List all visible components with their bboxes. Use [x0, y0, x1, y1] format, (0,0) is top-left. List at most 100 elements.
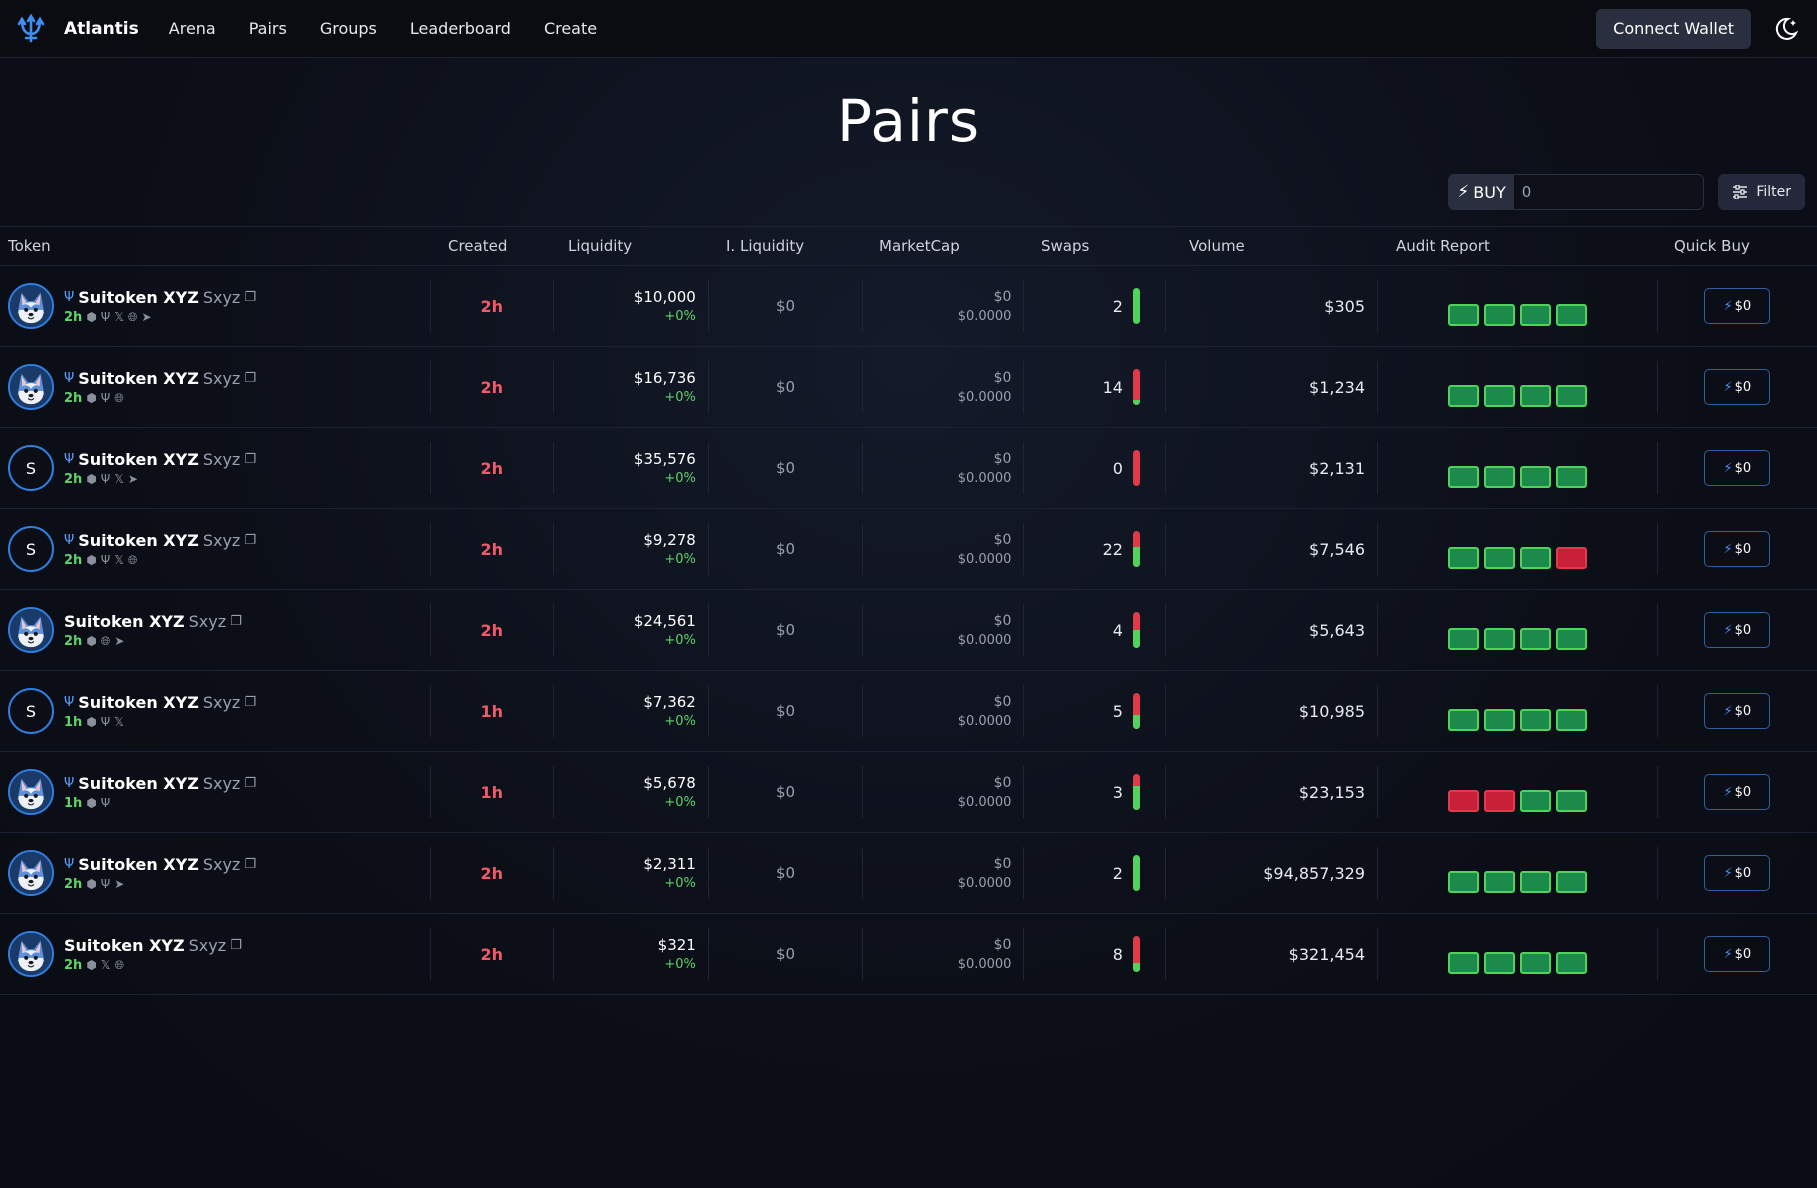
copy-icon[interactable]: ❐: [244, 695, 256, 710]
cube-icon[interactable]: ⬢: [86, 635, 96, 647]
audit-check-4[interactable]: [1555, 466, 1587, 488]
quick-buy-button[interactable]: ⚡︎ $0: [1704, 369, 1771, 405]
globe-icon[interactable]: 🌐︎: [128, 554, 138, 566]
audit-check-3[interactable]: [1519, 628, 1551, 650]
cube-icon[interactable]: ⬢: [86, 878, 96, 890]
audit-check-4[interactable]: [1555, 385, 1587, 407]
globe-icon[interactable]: 🌐︎: [114, 959, 124, 971]
header-created[interactable]: Created: [432, 237, 554, 255]
token-avatar[interactable]: S: [8, 526, 54, 572]
audit-check-1[interactable]: [1447, 547, 1479, 569]
token-avatar[interactable]: [8, 850, 54, 896]
header-audit-report[interactable]: Audit Report: [1377, 237, 1657, 255]
copy-icon[interactable]: ❐: [244, 857, 256, 872]
quick-buy-button[interactable]: ⚡︎ $0: [1704, 531, 1771, 567]
token-name[interactable]: Suitoken XYZ: [78, 774, 199, 793]
x-icon[interactable]: 𝕏: [114, 311, 124, 323]
quick-buy-button[interactable]: ⚡︎ $0: [1704, 288, 1771, 324]
audit-check-1[interactable]: [1447, 871, 1479, 893]
audit-check-3[interactable]: [1519, 304, 1551, 326]
audit-check-1[interactable]: [1447, 709, 1479, 731]
quick-buy-button[interactable]: ⚡︎ $0: [1704, 936, 1771, 972]
audit-check-2[interactable]: [1483, 871, 1515, 893]
audit-check-4[interactable]: [1555, 790, 1587, 812]
buy-amount-input[interactable]: [1513, 175, 1704, 209]
audit-check-4[interactable]: [1555, 709, 1587, 731]
token-avatar[interactable]: [8, 364, 54, 410]
trident-icon[interactable]: Ψ: [101, 878, 110, 890]
table-row[interactable]: S Ψ Suitoken XYZ Sxyz ❐ 2h ⬢ Ψ 𝕏 🌐︎ 2h $9,2…: [0, 509, 1817, 590]
quick-buy-button[interactable]: ⚡︎ $0: [1704, 450, 1771, 486]
copy-icon[interactable]: ❐: [244, 452, 256, 467]
token-avatar[interactable]: [8, 931, 54, 977]
quick-buy-button[interactable]: ⚡︎ $0: [1704, 612, 1771, 648]
audit-check-2[interactable]: [1483, 790, 1515, 812]
audit-check-2[interactable]: [1483, 304, 1515, 326]
filter-button[interactable]: Filter: [1718, 174, 1805, 210]
globe-icon[interactable]: 🌐︎: [128, 311, 138, 323]
token-avatar[interactable]: [8, 283, 54, 329]
table-row[interactable]: Suitoken XYZ Sxyz ❐ 2h ⬢ 𝕏 🌐︎ 2h $321 +0% …: [0, 914, 1817, 995]
trident-icon[interactable]: Ψ: [101, 473, 110, 485]
connect-wallet-button[interactable]: Connect Wallet: [1596, 8, 1751, 49]
cube-icon[interactable]: ⬢: [86, 473, 96, 485]
audit-check-1[interactable]: [1447, 952, 1479, 974]
audit-check-1[interactable]: [1447, 304, 1479, 326]
audit-check-2[interactable]: [1483, 466, 1515, 488]
x-icon[interactable]: 𝕏: [114, 716, 124, 728]
nav-link-groups[interactable]: Groups: [320, 19, 377, 38]
token-name[interactable]: Suitoken XYZ: [64, 936, 185, 955]
token-name[interactable]: Suitoken XYZ: [78, 531, 199, 550]
copy-icon[interactable]: ❐: [244, 290, 256, 305]
audit-check-3[interactable]: [1519, 466, 1551, 488]
trident-icon[interactable]: Ψ: [101, 716, 110, 728]
audit-check-3[interactable]: [1519, 790, 1551, 812]
cube-icon[interactable]: ⬢: [86, 392, 96, 404]
copy-icon[interactable]: ❐: [244, 371, 256, 386]
trident-logo-icon[interactable]: [16, 13, 46, 44]
token-avatar[interactable]: S: [8, 688, 54, 734]
table-row[interactable]: Ψ Suitoken XYZ Sxyz ❐ 2h ⬢ Ψ 𝕏 🌐︎ ➤ 2h $10,0…: [0, 266, 1817, 347]
token-name[interactable]: Suitoken XYZ: [64, 612, 185, 631]
telegram-icon[interactable]: ➤: [114, 878, 124, 890]
audit-check-2[interactable]: [1483, 628, 1515, 650]
token-name[interactable]: Suitoken XYZ: [78, 288, 199, 307]
audit-check-4[interactable]: [1555, 304, 1587, 326]
table-row[interactable]: Ψ Suitoken XYZ Sxyz ❐ 1h ⬢ Ψ 1h $5,678 +0…: [0, 752, 1817, 833]
cube-icon[interactable]: ⬢: [86, 311, 96, 323]
telegram-icon[interactable]: ➤: [142, 311, 152, 323]
trident-icon[interactable]: Ψ: [101, 311, 110, 323]
audit-check-2[interactable]: [1483, 385, 1515, 407]
header-marketcap[interactable]: MarketCap: [863, 237, 1024, 255]
cube-icon[interactable]: ⬢: [86, 797, 96, 809]
copy-icon[interactable]: ❐: [244, 533, 256, 548]
token-avatar[interactable]: [8, 607, 54, 653]
x-icon[interactable]: 𝕏: [101, 959, 111, 971]
nav-link-pairs[interactable]: Pairs: [249, 19, 287, 38]
copy-icon[interactable]: ❐: [230, 614, 242, 629]
audit-check-3[interactable]: [1519, 709, 1551, 731]
globe-icon[interactable]: 🌐︎: [114, 392, 124, 404]
audit-check-3[interactable]: [1519, 952, 1551, 974]
table-row[interactable]: Suitoken XYZ Sxyz ❐ 2h ⬢ 🌐︎ ➤ 2h $24,561 +…: [0, 590, 1817, 671]
audit-check-1[interactable]: [1447, 385, 1479, 407]
cube-icon[interactable]: ⬢: [86, 959, 96, 971]
quick-buy-button[interactable]: ⚡︎ $0: [1704, 855, 1771, 891]
token-avatar[interactable]: [8, 769, 54, 815]
token-name[interactable]: Suitoken XYZ: [78, 855, 199, 874]
nav-link-leaderboard[interactable]: Leaderboard: [410, 19, 511, 38]
header-liquidity[interactable]: Liquidity: [554, 237, 709, 255]
header-quick-buy[interactable]: Quick Buy: [1657, 237, 1817, 255]
nav-link-arena[interactable]: Arena: [169, 19, 216, 38]
header-token[interactable]: Token: [0, 237, 432, 255]
audit-check-1[interactable]: [1447, 790, 1479, 812]
audit-check-2[interactable]: [1483, 547, 1515, 569]
audit-check-4[interactable]: [1555, 952, 1587, 974]
cube-icon[interactable]: ⬢: [86, 716, 96, 728]
table-row[interactable]: S Ψ Suitoken XYZ Sxyz ❐ 1h ⬢ Ψ 𝕏 1h $7,362…: [0, 671, 1817, 752]
audit-check-3[interactable]: [1519, 871, 1551, 893]
copy-icon[interactable]: ❐: [230, 938, 242, 953]
token-name[interactable]: Suitoken XYZ: [78, 450, 199, 469]
audit-check-3[interactable]: [1519, 547, 1551, 569]
audit-check-4[interactable]: [1555, 871, 1587, 893]
